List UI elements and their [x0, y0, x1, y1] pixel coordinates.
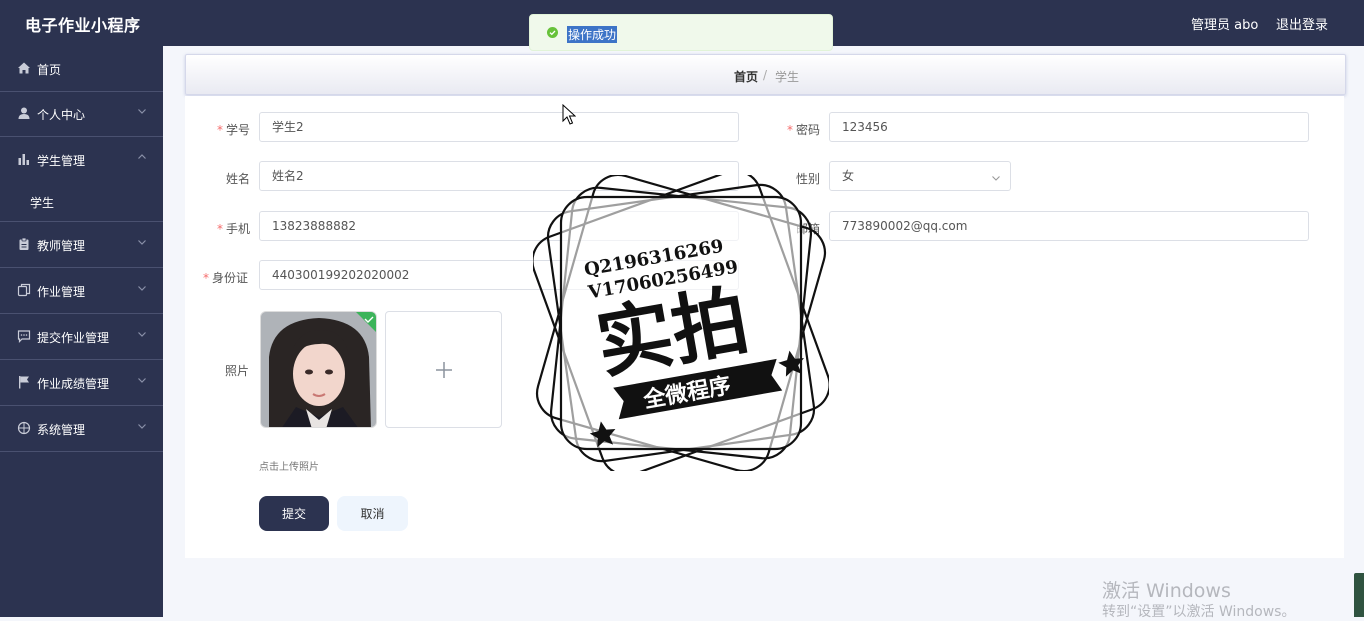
sidebar-item-teacher-mgmt[interactable]: 教师管理 [0, 222, 163, 268]
windows-activation-title: 激活 Windows [1102, 580, 1231, 602]
sidebar-item-label: 作业成绩管理 [37, 377, 110, 391]
sidebar-item-label: 个人中心 [37, 108, 86, 122]
chevron-down-icon [138, 332, 146, 337]
copy-icon [17, 283, 31, 297]
breadcrumb-home[interactable]: 首页 [734, 68, 758, 85]
sidebar-subitem-student[interactable]: 学生 [0, 182, 163, 222]
chevron-down-icon [992, 176, 1000, 181]
current-user: 管理员 abo [1191, 18, 1259, 33]
cancel-button[interactable]: 取消 [337, 496, 408, 531]
chevron-down-icon [138, 286, 146, 291]
plus-icon [436, 362, 452, 378]
sidebar-item-label: 系统管理 [37, 423, 86, 437]
chevron-down-icon [138, 424, 146, 429]
home-icon [18, 62, 30, 74]
flag-icon [19, 376, 29, 389]
gender-select[interactable]: 女 [829, 161, 1011, 191]
breadcrumb-separator: / [763, 68, 768, 82]
clipboard-icon [19, 237, 29, 250]
sidebar-item-grades-mgmt[interactable]: 作业成绩管理 [0, 360, 163, 406]
check-circle-icon [547, 27, 558, 38]
sidebar-item-label: 学生管理 [37, 154, 86, 168]
submit-button[interactable]: 提交 [259, 496, 329, 531]
breadcrumb-current: 学生 [775, 70, 800, 84]
toast-message: 操作成功 [567, 26, 618, 43]
sidebar-item-label: 作业管理 [37, 285, 86, 299]
watermark-stamp: Q2196316269 V17060256499 实拍 全微程序 [531, 169, 831, 477]
chevron-down-icon [138, 240, 146, 245]
sidebar-item-label: 首页 [37, 63, 62, 77]
phone-label: * 手机 [216, 222, 250, 236]
password-label: * 密码 [786, 123, 820, 137]
sidebar-item-label: 教师管理 [37, 239, 86, 253]
chevron-down-icon [138, 378, 146, 383]
sidebar-item-submission-mgmt[interactable]: 提交作业管理 [0, 314, 163, 360]
sidebar-item-home[interactable]: 首页 [0, 46, 163, 92]
gender-value: 女 [842, 169, 855, 183]
sidebar-item-homework-mgmt[interactable]: 作业管理 [0, 268, 163, 314]
taskbar-edge [1354, 573, 1364, 617]
compass-icon [17, 421, 31, 435]
bar-chart-icon [18, 154, 29, 165]
password-input[interactable]: 123456 [829, 112, 1309, 142]
sidebar-item-student-mgmt[interactable]: 学生管理 [0, 137, 163, 182]
uploaded-photo[interactable] [260, 311, 377, 428]
chevron-down-icon [138, 109, 146, 114]
upload-tip: 点击上传照片 [259, 462, 319, 473]
success-toast: 操作成功 [529, 14, 833, 51]
comment-icon [17, 330, 31, 343]
sidebar: 首页 个人中心 学生管理 学生 教师管理 作业管理 提交作业管理 作业成绩管理 … [0, 46, 163, 617]
photo-upload-button[interactable] [385, 311, 502, 428]
sidebar-subitem-label: 学生 [30, 196, 55, 210]
windows-activation-hint: 转到“设置”以激活 Windows。 [1102, 604, 1296, 620]
logout-link[interactable]: 退出登录 [1276, 14, 1328, 33]
breadcrumb: 首页 / 学生 [185, 54, 1346, 95]
chevron-up-icon [138, 154, 146, 159]
sidebar-item-label: 提交作业管理 [37, 331, 110, 345]
user-icon [18, 107, 30, 119]
sidebar-item-profile[interactable]: 个人中心 [0, 91, 163, 137]
student-id-label: * 学号 [216, 123, 250, 137]
stamp-graphic: Q2196316269 V17060256499 实拍 全微程序 [531, 169, 831, 477]
id-card-label: * 身份证 [202, 271, 248, 285]
portrait-image [261, 312, 376, 427]
app-title: 电子作业小程序 [25, 16, 141, 35]
sidebar-item-system-mgmt[interactable]: 系统管理 [0, 406, 163, 452]
name-label: 姓名 [225, 172, 250, 186]
mouse-cursor-icon [562, 104, 576, 125]
email-input[interactable]: 773890002@qq.com [829, 211, 1309, 241]
student-id-input[interactable]: 学生2 [259, 112, 739, 142]
photo-label: 照片 [224, 364, 249, 378]
